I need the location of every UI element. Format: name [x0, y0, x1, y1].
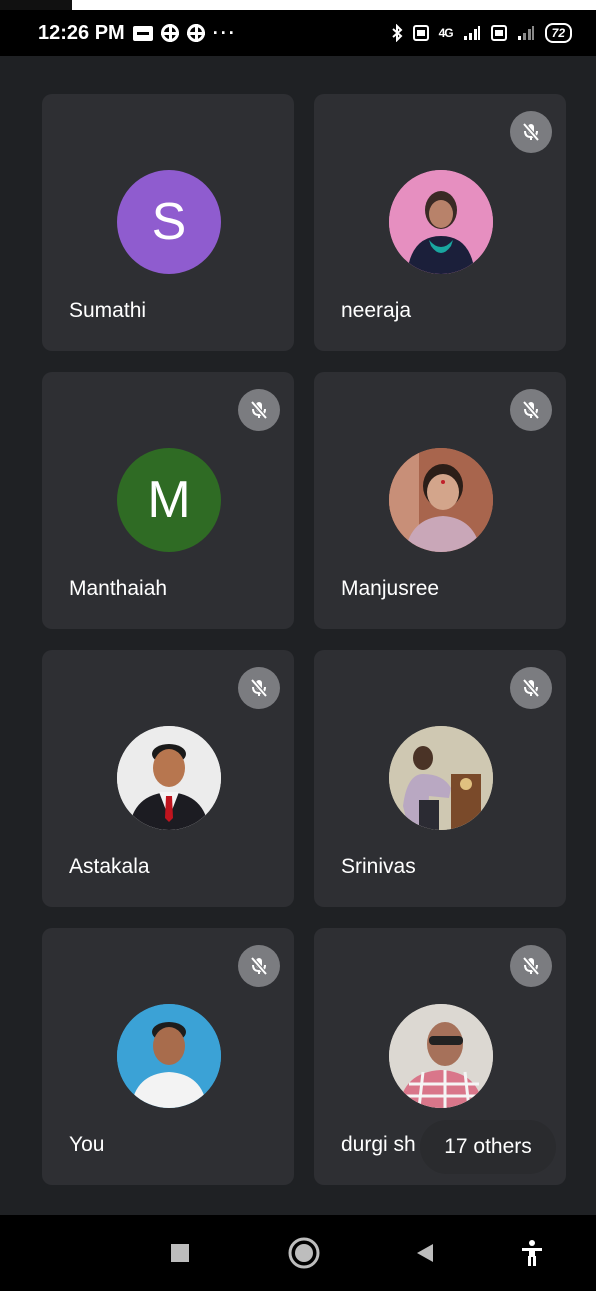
avatar-photo: [389, 170, 493, 274]
avatar-letter: M: [147, 471, 191, 529]
participant-name: Astakala: [69, 855, 150, 878]
participant-tile[interactable]: Astakala: [42, 650, 294, 907]
participant-name: Srinivas: [341, 855, 416, 878]
avatar-photo: [389, 448, 493, 552]
participant-tile[interactable]: Srinivas: [314, 650, 566, 907]
participant-name: durgi sh: [341, 1133, 416, 1156]
volte-icon: [412, 25, 429, 41]
participant-grid: S Sumathi neeraja M Manthaiah Manjusree …: [42, 94, 566, 1185]
participant-tile[interactable]: M Manthaiah: [42, 372, 294, 629]
avatar-initial: M: [117, 448, 221, 552]
avatar-initial: S: [117, 170, 221, 274]
mic-off-icon: [510, 389, 552, 431]
mic-off-icon: [510, 945, 552, 987]
status-bar: 12:26 PM ··· 4G 72: [0, 10, 596, 56]
participant-name: You: [69, 1133, 105, 1156]
mic-off-icon: [238, 667, 280, 709]
status-right: 4G 72: [391, 10, 572, 56]
message-icon: [132, 25, 153, 41]
navigation-bar: [0, 1215, 596, 1291]
bluetooth-icon: [391, 24, 403, 42]
avatar-letter: S: [151, 193, 187, 251]
vpn-icon: [186, 24, 205, 42]
battery-icon: 72: [544, 23, 572, 43]
mic-off-icon: [238, 389, 280, 431]
status-left: 12:26 PM ···: [38, 10, 237, 56]
mic-off-icon: [238, 945, 280, 987]
top-strip: [0, 0, 596, 10]
back-triangle-icon[interactable]: [405, 1215, 445, 1291]
signal-bars-icon: [463, 26, 480, 40]
mic-off-icon: [510, 111, 552, 153]
participant-name: Manjusree: [341, 577, 440, 600]
recents-square-icon[interactable]: [160, 1215, 200, 1291]
avatar-photo: [389, 726, 493, 830]
avatar-photo: [117, 1004, 221, 1108]
participant-tile[interactable]: neeraja: [314, 94, 566, 351]
participant-name: Manthaiah: [69, 577, 168, 600]
mic-off-icon: [510, 667, 552, 709]
home-circle-icon[interactable]: [284, 1215, 324, 1291]
participant-name: Sumathi: [69, 299, 147, 322]
participant-name: neeraja: [341, 299, 412, 322]
others-count-chip[interactable]: 17 others: [420, 1120, 556, 1174]
volte-icon: [490, 25, 507, 41]
participant-tile[interactable]: You: [42, 928, 294, 1185]
signal-icon: 4G: [438, 26, 454, 40]
status-time: 12:26 PM: [38, 21, 125, 44]
avatar-photo: [117, 726, 221, 830]
vpn-icon: [160, 24, 179, 42]
signal-icon: [517, 26, 534, 40]
accessibility-icon[interactable]: [512, 1215, 552, 1291]
top-strip-dark: [0, 0, 72, 10]
more-dots-icon: ···: [212, 22, 237, 43]
avatar-photo: [389, 1004, 493, 1108]
participant-tile[interactable]: Manjusree: [314, 372, 566, 629]
participant-tile[interactable]: S Sumathi: [42, 94, 294, 351]
